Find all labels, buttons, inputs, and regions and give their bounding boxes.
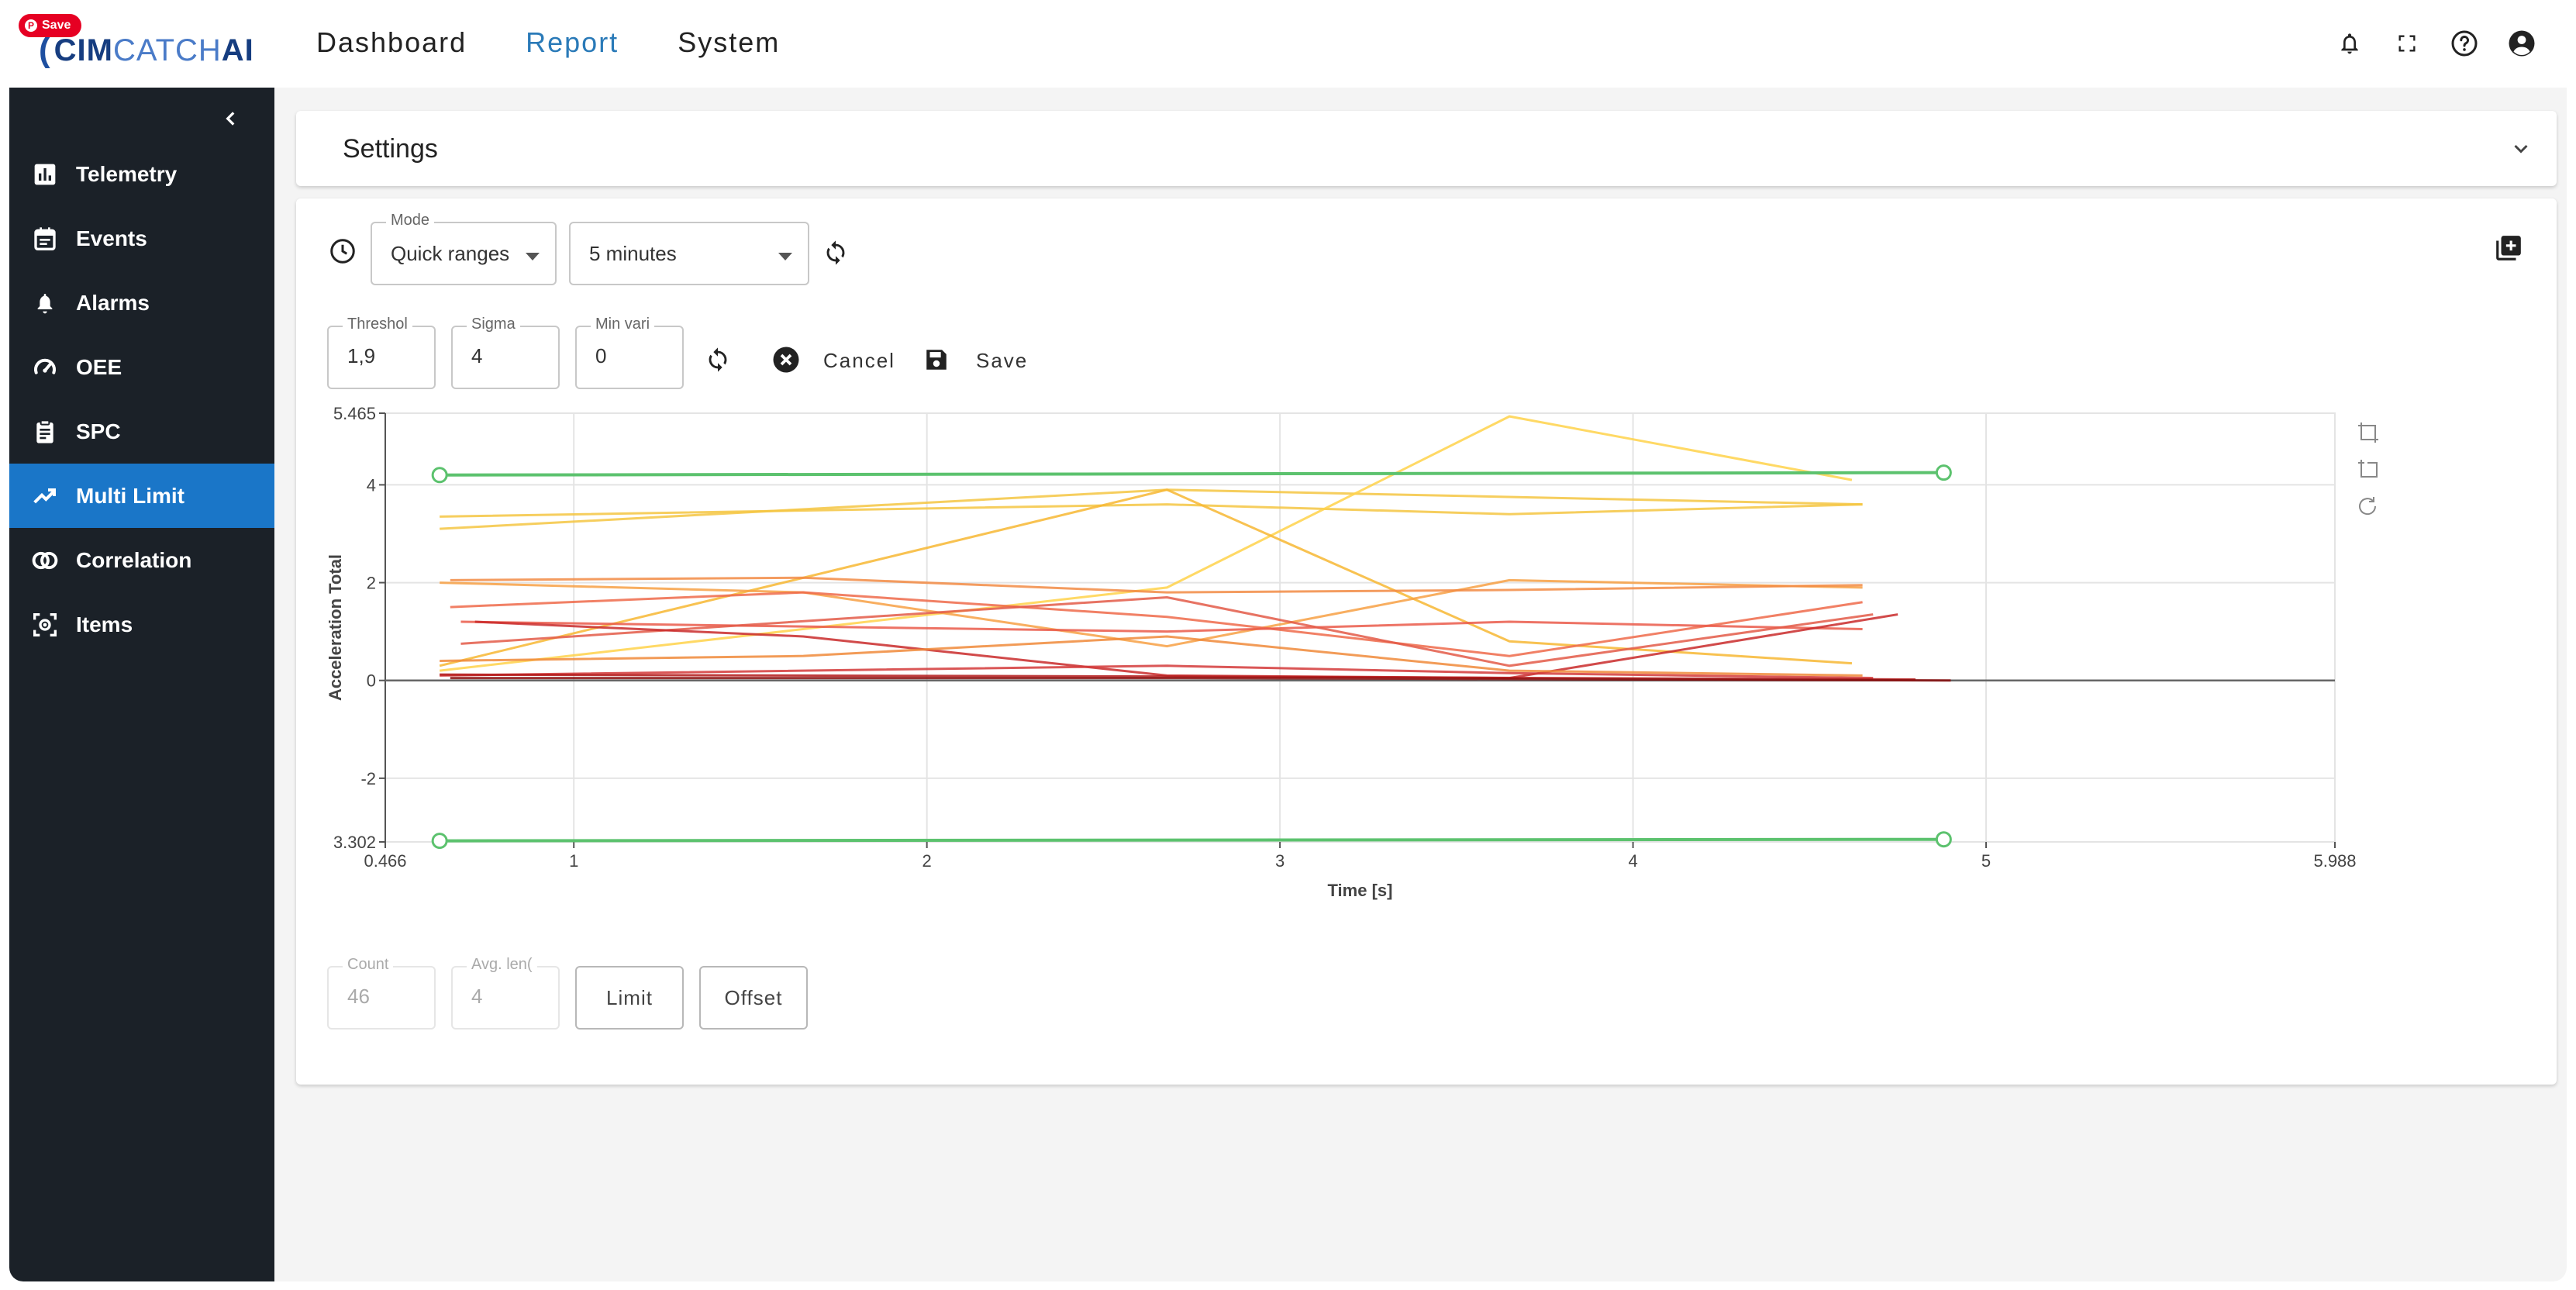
y-tick-label: 3.302	[333, 833, 376, 852]
speedometer-icon	[29, 352, 60, 383]
x-tick-label: 1	[569, 851, 578, 871]
scan-item-icon	[29, 609, 60, 640]
pinterest-icon: P	[25, 19, 37, 32]
y-tick-label: -2	[360, 769, 376, 788]
bar-chart-icon	[29, 159, 60, 190]
x-axis-label: Time [s]	[1328, 881, 1393, 900]
collapse-sidebar-button[interactable]	[216, 103, 247, 134]
sidebar-item-items[interactable]: Items	[9, 592, 274, 657]
save-button[interactable]: Save	[976, 349, 1028, 373]
limit-handle	[1935, 464, 1952, 481]
y-tick-label: 2	[367, 574, 376, 593]
top-bar: ( CIM CATCH AI Dashboard Report System	[0, 0, 2576, 88]
settings-panel[interactable]: Settings	[296, 111, 2557, 186]
y-axis-label: Acceleration Total	[326, 554, 345, 701]
sidebar-item-label: Correlation	[76, 547, 192, 572]
rings-icon	[29, 545, 60, 576]
bell-icon[interactable]	[2334, 28, 2365, 59]
nav-system[interactable]: System	[678, 26, 780, 59]
sidebar-item-spc[interactable]: SPC	[9, 399, 274, 464]
chevron-left-icon	[226, 112, 235, 126]
time-range-select[interactable]: 5 minutes	[569, 222, 809, 285]
x-tick-label: 4	[1628, 851, 1637, 871]
multi-limit-panel: Mode Quick ranges 5 minutes Threshol 1,9…	[296, 198, 2557, 1085]
cancel-button[interactable]: Cancel	[823, 349, 895, 373]
series-line	[440, 503, 1863, 518]
help-icon[interactable]	[2449, 28, 2480, 59]
sidebar-item-label: Items	[76, 612, 133, 636]
offset-button[interactable]: Offset	[699, 966, 808, 1030]
mode-select[interactable]: Mode Quick ranges	[371, 212, 557, 285]
sidebar-item-label: Events	[76, 226, 147, 250]
refresh-icon[interactable]	[820, 237, 851, 268]
chevron-down-icon[interactable]	[2507, 134, 2535, 162]
limit-handle	[431, 467, 448, 484]
account-icon[interactable]	[2506, 28, 2537, 59]
avg-length-field: Avg. len( 4	[451, 956, 560, 1030]
sidebar: Telemetry Events Alarms OEE SPC Multi Li…	[9, 88, 274, 1281]
sidebar-item-label: Telemetry	[76, 161, 178, 186]
nav-report[interactable]: Report	[526, 26, 619, 59]
restore-icon[interactable]	[2359, 497, 2377, 516]
zoom-select-icon[interactable]	[2358, 423, 2378, 443]
x-tick-label: 0.466	[364, 851, 406, 871]
pinterest-save-label: Save	[42, 19, 71, 32]
settings-title: Settings	[343, 134, 438, 164]
sidebar-item-oee[interactable]: OEE	[9, 335, 274, 399]
x-tick-label: 2	[922, 851, 932, 871]
x-tick-label: 5.988	[2313, 851, 2356, 871]
sidebar-item-label: Alarms	[76, 290, 150, 315]
x-tick-label: 3	[1275, 851, 1285, 871]
clipboard-icon	[29, 416, 60, 447]
limit-line	[440, 837, 1944, 843]
y-tick-label: 0	[367, 671, 376, 691]
limit-handle	[431, 833, 448, 850]
refresh-icon[interactable]	[702, 344, 733, 375]
x-tick-label: 5	[1981, 851, 1991, 871]
trending-up-icon	[29, 481, 60, 512]
main-nav: Dashboard Report System	[316, 26, 780, 59]
sidebar-item-telemetry[interactable]: Telemetry	[9, 142, 274, 206]
sidebar-item-label: SPC	[76, 419, 121, 443]
sidebar-item-alarms[interactable]: Alarms	[9, 271, 274, 335]
sidebar-item-events[interactable]: Events	[9, 206, 274, 271]
sidebar-item-correlation[interactable]: Correlation	[9, 528, 274, 592]
sigma-field[interactable]: Sigma 4	[451, 316, 560, 389]
sidebar-item-label: OEE	[76, 354, 122, 379]
calendar-icon	[29, 223, 60, 254]
threshold-field[interactable]: Threshol 1,9	[327, 316, 436, 389]
fullscreen-icon[interactable]	[2392, 28, 2423, 59]
content-area: Settings Mode Quick ranges 5 minutes Thr…	[274, 88, 2567, 1281]
series-line	[439, 415, 1853, 672]
dropdown-arrow-icon	[526, 253, 540, 260]
cancel-circle-icon[interactable]	[771, 344, 802, 375]
save-icon[interactable]	[921, 344, 952, 375]
sidebar-item-label: Multi Limit	[76, 483, 184, 508]
multi-limit-chart[interactable]: 5.465 4 2 0 -2 3.3020.466 1 2 3 4 5 5.988 Time [s] Ac…	[296, 404, 2557, 962]
bell-alert-icon	[29, 288, 60, 319]
limit-line	[440, 471, 1944, 477]
count-field: Count 46	[327, 956, 436, 1030]
sidebar-menu: Telemetry Events Alarms OEE SPC Multi Li…	[9, 142, 274, 657]
y-tick-label: 5.465	[333, 404, 376, 423]
header-actions	[2334, 28, 2537, 59]
min-variation-field[interactable]: Min vari 0	[575, 316, 684, 389]
nav-dashboard[interactable]: Dashboard	[316, 26, 467, 59]
limit-handle	[1935, 831, 1952, 848]
y-tick-label: 4	[367, 475, 376, 495]
add-chart-icon[interactable]	[2492, 231, 2526, 265]
dropdown-arrow-icon	[778, 253, 792, 260]
limit-button[interactable]: Limit	[575, 966, 684, 1030]
pinterest-save-button[interactable]: P Save	[19, 14, 82, 37]
sidebar-item-multi-limit[interactable]: Multi Limit	[9, 464, 274, 528]
clock-icon	[327, 236, 358, 267]
series-line	[450, 576, 1863, 594]
zoom-back-icon[interactable]	[2358, 460, 2378, 478]
